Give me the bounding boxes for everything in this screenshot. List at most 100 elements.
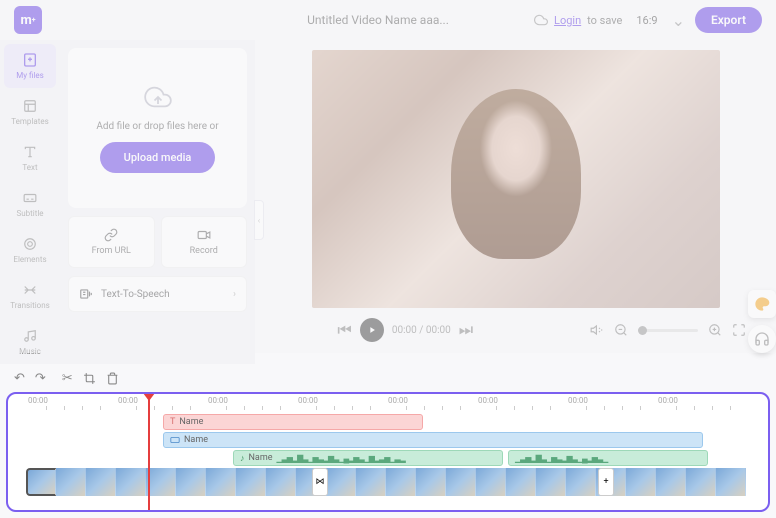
sidebar-item-text[interactable]: Text: [4, 136, 56, 180]
music-track-clip-2[interactable]: ▁▃▅▂▇▃▁▅▃▂▆▃▁▄▂▅▃▁: [508, 450, 708, 466]
tts-icon: [79, 287, 93, 301]
timeline-tracks: T Name Name ♪ Name ▁▃▅▂▇▃▁▅▃▂▆▃▁▄▂▅▃▁▆▂▃…: [8, 412, 768, 510]
video-thumb[interactable]: [506, 468, 536, 496]
music-icon: [22, 328, 38, 344]
panel-collapse-handle[interactable]: ‹: [254, 200, 264, 240]
video-thumb[interactable]: [656, 468, 686, 496]
playhead[interactable]: [148, 394, 150, 510]
subtitle-track-icon: [170, 435, 180, 445]
undo-icon[interactable]: ↶: [14, 371, 25, 386]
chevron-right-icon: ›: [233, 289, 236, 300]
skip-forward-icon[interactable]: ⏭: [459, 320, 473, 340]
sidebar-item-label: Transitions: [10, 301, 50, 310]
sidebar-item-templates[interactable]: Templates: [4, 90, 56, 134]
music-track-icon: ♪: [240, 453, 245, 464]
video-thumb[interactable]: [116, 468, 146, 496]
camera-icon: [197, 228, 211, 242]
video-thumb[interactable]: [386, 468, 416, 496]
ruler-tick-label: 00:00: [478, 396, 498, 405]
from-url-card[interactable]: From URL: [68, 216, 155, 268]
video-preview[interactable]: [312, 50, 720, 308]
video-thumb[interactable]: [176, 468, 206, 496]
waveform: ▁▃▅▂▇▃▁▅▃▂▆▃▁▄▂▅▃▁▆▂▃▅▁▃▂: [276, 454, 404, 463]
chevron-down-icon[interactable]: ⌄: [672, 11, 685, 30]
subtitle-icon: [22, 190, 38, 206]
text-track-icon: T: [170, 417, 175, 427]
volume-icon[interactable]: [590, 323, 604, 337]
project-title[interactable]: Untitled Video Name aaa...: [232, 13, 524, 27]
video-thumb[interactable]: [236, 468, 266, 496]
zoom-out-icon[interactable]: [614, 323, 628, 337]
video-thumb[interactable]: [86, 468, 116, 496]
split-icon[interactable]: ✂: [62, 371, 73, 386]
aspect-ratio[interactable]: 16:9: [636, 14, 657, 27]
sidebar-item-music[interactable]: Music: [4, 320, 56, 364]
video-thumb[interactable]: [146, 468, 176, 496]
cloud-save-icon: [534, 13, 548, 27]
export-button[interactable]: Export: [695, 7, 762, 33]
add-marker[interactable]: +: [598, 468, 614, 496]
sidebar-item-elements[interactable]: Elements: [4, 228, 56, 272]
timeline-ruler[interactable]: 00:0000:0000:0000:0000:0000:0000:0000:00: [8, 394, 768, 412]
video-thumb[interactable]: [206, 468, 236, 496]
login-link[interactable]: Login: [554, 14, 581, 27]
delete-icon[interactable]: [106, 372, 119, 385]
waveform: ▁▃▅▂▇▃▁▅▃▂▆▃▁▄▂▅▃▁: [515, 454, 607, 463]
transitions-icon: [22, 282, 38, 298]
time-display: 00:00 / 00:00: [392, 325, 451, 336]
upload-media-button[interactable]: Upload media: [100, 142, 216, 173]
music-track-label: Name: [249, 453, 273, 463]
timeline[interactable]: 00:0000:0000:0000:0000:0000:0000:0000:00…: [6, 392, 770, 512]
video-thumb[interactable]: [686, 468, 716, 496]
ruler-tick-label: 00:00: [298, 396, 318, 405]
play-button[interactable]: [360, 318, 384, 342]
ruler-tick-label: 00:00: [568, 396, 588, 405]
drop-text: Add file or drop files here or: [96, 121, 218, 132]
video-thumb[interactable]: [476, 468, 506, 496]
sidebar-item-subtitle[interactable]: Subtitle: [4, 182, 56, 226]
video-thumb[interactable]: [446, 468, 476, 496]
video-thumb[interactable]: [266, 468, 296, 496]
sidebar-item-my-files[interactable]: My files: [4, 44, 56, 88]
support-badge[interactable]: [748, 325, 776, 353]
elements-icon: [22, 236, 38, 252]
text-icon: [22, 144, 38, 160]
transition-marker[interactable]: ⋈: [312, 468, 328, 496]
video-thumb[interactable]: [536, 468, 566, 496]
ruler-tick-label: 00:00: [208, 396, 228, 405]
video-thumb[interactable]: [56, 468, 86, 496]
text-track-clip[interactable]: T Name: [163, 414, 423, 430]
zoom-slider[interactable]: [638, 329, 698, 332]
fullscreen-icon[interactable]: [732, 323, 746, 337]
crop-icon[interactable]: [83, 372, 96, 385]
template-icon: [22, 98, 38, 114]
video-track[interactable]: [26, 468, 768, 496]
skip-back-icon[interactable]: ⏮: [337, 320, 351, 340]
sidebar-item-label: Elements: [13, 255, 46, 264]
video-thumb[interactable]: [716, 468, 746, 496]
ruler-tick-label: 00:00: [388, 396, 408, 405]
preview-area: ‹ ⏮ 00:00 / 00:00 ⏭: [255, 40, 776, 364]
video-thumb[interactable]: [26, 468, 56, 496]
text-to-speech-row[interactable]: Text-To-Speech ›: [68, 276, 247, 312]
music-track-clip[interactable]: ♪ Name ▁▃▅▂▇▃▁▅▃▂▆▃▁▄▂▅▃▁▆▂▃▅▁▃▂: [233, 450, 503, 466]
video-thumb[interactable]: [326, 468, 356, 496]
app-logo[interactable]: m+: [14, 6, 42, 34]
video-thumb[interactable]: [626, 468, 656, 496]
upload-dropzone[interactable]: Add file or drop files here or Upload me…: [68, 48, 247, 208]
video-thumb[interactable]: [566, 468, 596, 496]
record-card[interactable]: Record: [161, 216, 248, 268]
subtitle-track-label: Name: [184, 435, 208, 445]
save-suffix: to save: [587, 14, 622, 27]
cloud-upload-icon: [142, 83, 174, 111]
video-thumb[interactable]: [416, 468, 446, 496]
sidebar-item-label: Templates: [11, 117, 48, 126]
redo-icon[interactable]: ↷: [35, 371, 46, 386]
zoom-in-icon[interactable]: [708, 323, 722, 337]
palette-badge[interactable]: [748, 290, 776, 318]
subtitle-track-clip[interactable]: Name: [163, 432, 703, 448]
link-icon: [104, 228, 118, 242]
sidebar-item-transitions[interactable]: Transitions: [4, 274, 56, 318]
video-thumb[interactable]: [356, 468, 386, 496]
tts-label: Text-To-Speech: [101, 289, 170, 300]
